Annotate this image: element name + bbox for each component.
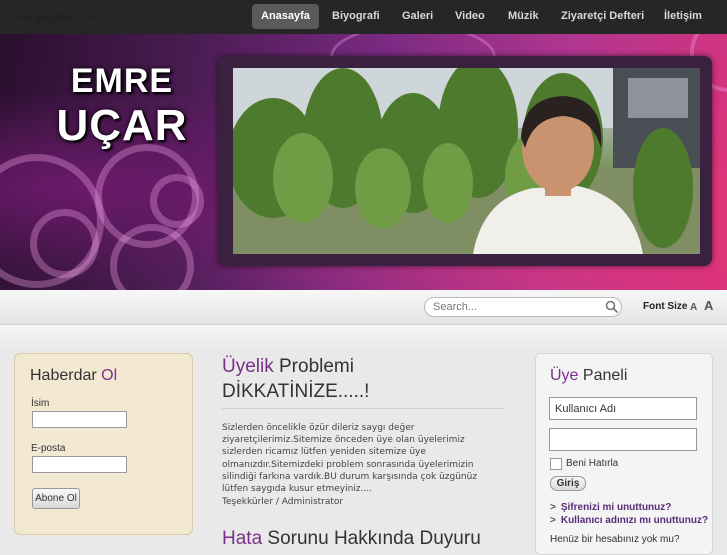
current-date: Haziran 16 , 2011: [79, 10, 166, 22]
article-title-text: Sorunu Hakkında Duyuru: [262, 528, 481, 549]
email-field-label: E-posta: [31, 443, 66, 454]
article-title-line2[interactable]: DİKKATİNİZE.....!: [222, 380, 369, 404]
search-icon[interactable]: [605, 300, 619, 314]
nav-item-muzik[interactable]: Müzik: [499, 4, 548, 29]
search-input[interactable]: [424, 297, 622, 317]
nav-item-ziyaretci-defteri[interactable]: Ziyaretçi Defteri: [552, 4, 653, 29]
article-body: Sizlerden öncelikle özür dileriz saygı d…: [222, 423, 478, 495]
newsletter-title: Haberdar Ol: [30, 367, 117, 385]
font-size-increase-button[interactable]: A: [704, 298, 713, 313]
username-input[interactable]: [549, 397, 697, 420]
current-weekday: Perşembe: [14, 9, 77, 24]
article-title[interactable]: Hata Sorunu Hakkında Duyuru: [222, 527, 481, 551]
newsletter-title-text: Haberdar: [30, 367, 102, 384]
member-panel-title-accent: Üye: [550, 367, 579, 384]
chevron-right-icon: >: [550, 502, 556, 513]
forgot-password-link[interactable]: > Şifrenizi mi unuttunuz?: [550, 502, 671, 513]
decorative-ring: [30, 209, 99, 278]
article-title[interactable]: Üyelik Problemi: [222, 355, 354, 379]
remember-me-checkbox[interactable]: [550, 458, 562, 470]
nav-item-anasayfa[interactable]: Anasayfa: [252, 4, 319, 29]
forgot-username-text: Kullanıcı adınızı mı unuttunuz?: [560, 515, 709, 526]
nav-item-video[interactable]: Video: [446, 4, 494, 29]
article-title-accent: Hata: [222, 528, 263, 549]
nav-item-galeri[interactable]: Galeri: [393, 4, 442, 29]
logo-last-name: UÇAR: [56, 101, 188, 150]
header-photo: [233, 68, 700, 254]
newsletter-title-accent: Ol: [101, 367, 118, 384]
member-panel-title: Üye Paneli: [550, 367, 627, 385]
login-button[interactable]: Giriş: [550, 476, 586, 491]
nav-item-iletisim[interactable]: İletişim: [655, 4, 711, 29]
name-input[interactable]: [32, 411, 127, 428]
remember-me-label: Beni Hatırla: [566, 458, 619, 469]
no-account-text: Henüz bir hesabınız yok mu?: [550, 534, 680, 545]
content-top-stripe: [0, 325, 727, 351]
font-size-label: Font Size: [643, 301, 688, 312]
article-byline: Teşekkürler / Administrator: [222, 497, 344, 507]
font-size-decrease-button[interactable]: A: [690, 302, 697, 313]
article-divider: [222, 408, 504, 409]
site-logo[interactable]: EMRE UÇAR: [52, 62, 192, 152]
decorative-ring: [150, 174, 204, 228]
email-input[interactable]: [32, 456, 127, 473]
forgot-password-text: Şifrenizi mi unuttunuz?: [560, 502, 672, 513]
name-field-label: İsim: [31, 398, 50, 409]
article-title-text: Problemi: [273, 356, 354, 377]
logo-first-name: EMRE: [70, 62, 174, 100]
article-title-accent: Üyelik: [222, 356, 274, 377]
password-input[interactable]: [549, 428, 697, 451]
member-panel-title-text: Paneli: [578, 367, 628, 384]
photo-illustration: [233, 68, 700, 254]
chevron-right-icon: >: [550, 515, 556, 526]
nav-item-biyografi[interactable]: Biyografi: [323, 4, 389, 29]
subscribe-button[interactable]: Abone Ol: [32, 488, 80, 509]
forgot-username-link[interactable]: > Kullanıcı adınızı mı unuttunuz?: [550, 515, 708, 526]
